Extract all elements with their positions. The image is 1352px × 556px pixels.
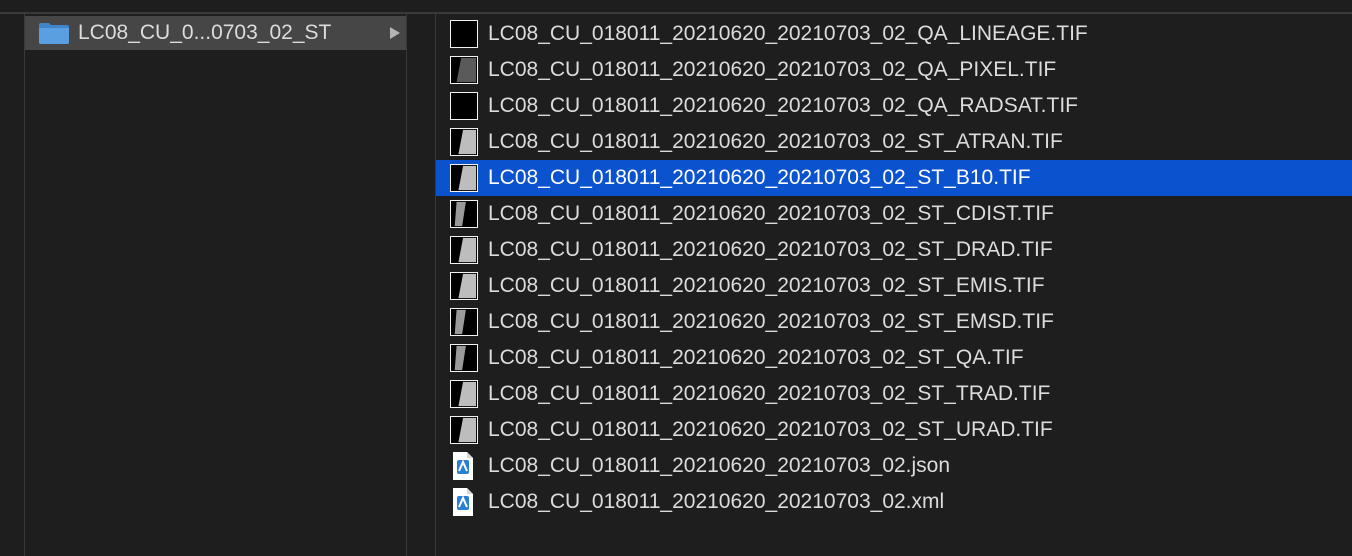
file-row[interactable]: LC08_CU_018011_20210620_20210703_02.json (436, 448, 1352, 484)
column-contents[interactable]: LC08_CU_018011_20210620_20210703_02_QA_L… (436, 14, 1352, 556)
raster-thumbnail-dark-icon (450, 308, 478, 336)
document-icon (452, 487, 474, 517)
file-name-label: LC08_CU_018011_20210620_20210703_02_ST_Q… (488, 346, 1024, 369)
file-row[interactable]: LC08_CU_018011_20210620_20210703_02_ST_A… (436, 124, 1352, 160)
disclosure-arrow-icon (390, 27, 400, 39)
raster-thumbnail-gray-icon (450, 56, 478, 84)
raster-thumbnail-light-icon (450, 416, 478, 444)
folder-label: LC08_CU_0...0703_02_ST (78, 21, 332, 44)
file-name-label: LC08_CU_018011_20210620_20210703_02_ST_C… (488, 202, 1054, 225)
column-divider[interactable] (407, 14, 436, 556)
file-row[interactable]: LC08_CU_018011_20210620_20210703_02_ST_E… (436, 268, 1352, 304)
file-row[interactable]: LC08_CU_018011_20210620_20210703_02_QA_L… (436, 16, 1352, 52)
file-row[interactable]: LC08_CU_018011_20210620_20210703_02.xml (436, 484, 1352, 520)
file-row[interactable]: LC08_CU_018011_20210620_20210703_02_QA_R… (436, 88, 1352, 124)
file-row[interactable]: LC08_CU_018011_20210620_20210703_02_ST_D… (436, 232, 1352, 268)
raster-thumbnail-black-icon (450, 92, 478, 120)
finder-column-view: LC08_CU_0...0703_02_ST LC08_CU_018011_20… (0, 0, 1352, 556)
file-name-label: LC08_CU_018011_20210620_20210703_02_QA_R… (488, 94, 1078, 117)
file-row-selected[interactable]: LC08_CU_018011_20210620_20210703_02_ST_B… (436, 160, 1352, 196)
raster-thumbnail-light-icon (450, 272, 478, 300)
file-row[interactable]: LC08_CU_018011_20210620_20210703_02_ST_E… (436, 304, 1352, 340)
file-name-label: LC08_CU_018011_20210620_20210703_02_ST_E… (488, 310, 1054, 333)
file-row[interactable]: LC08_CU_018011_20210620_20210703_02_QA_P… (436, 52, 1352, 88)
file-name-label: LC08_CU_018011_20210620_20210703_02_ST_T… (488, 382, 1051, 405)
raster-thumbnail-light-icon (450, 236, 478, 264)
folder-icon (39, 23, 69, 44)
file-name-label: LC08_CU_018011_20210620_20210703_02.json (488, 454, 951, 477)
raster-thumbnail-black-icon (450, 20, 478, 48)
file-name-label: LC08_CU_018011_20210620_20210703_02.xml (488, 490, 945, 513)
file-name-label: LC08_CU_018011_20210620_20210703_02_QA_L… (488, 22, 1088, 45)
file-name-label: LC08_CU_018011_20210620_20210703_02_ST_A… (488, 130, 1063, 153)
column-parent[interactable]: LC08_CU_0...0703_02_ST (25, 14, 407, 556)
file-name-label: LC08_CU_018011_20210620_20210703_02_ST_D… (488, 238, 1053, 261)
document-icon (452, 451, 474, 481)
file-name-label: LC08_CU_018011_20210620_20210703_02_ST_B… (488, 166, 1031, 189)
raster-thumbnail-dark-icon (450, 200, 478, 228)
file-name-label: LC08_CU_018011_20210620_20210703_02_ST_E… (488, 274, 1045, 297)
file-name-label: LC08_CU_018011_20210620_20210703_02_ST_U… (488, 418, 1053, 441)
column-previous[interactable] (0, 14, 25, 556)
file-row[interactable]: LC08_CU_018011_20210620_20210703_02_ST_U… (436, 412, 1352, 448)
file-row[interactable]: LC08_CU_018011_20210620_20210703_02_ST_Q… (436, 340, 1352, 376)
file-name-label: LC08_CU_018011_20210620_20210703_02_QA_P… (488, 58, 1057, 81)
file-row[interactable]: LC08_CU_018011_20210620_20210703_02_ST_C… (436, 196, 1352, 232)
file-list: LC08_CU_018011_20210620_20210703_02_QA_L… (436, 16, 1352, 520)
raster-thumbnail-dark-icon (450, 344, 478, 372)
raster-thumbnail-light-icon (450, 380, 478, 408)
raster-thumbnail-light-icon (450, 164, 478, 192)
raster-thumbnail-light-icon (450, 128, 478, 156)
file-row[interactable]: LC08_CU_018011_20210620_20210703_02_ST_T… (436, 376, 1352, 412)
folder-row-parent[interactable]: LC08_CU_0...0703_02_ST (25, 16, 406, 50)
